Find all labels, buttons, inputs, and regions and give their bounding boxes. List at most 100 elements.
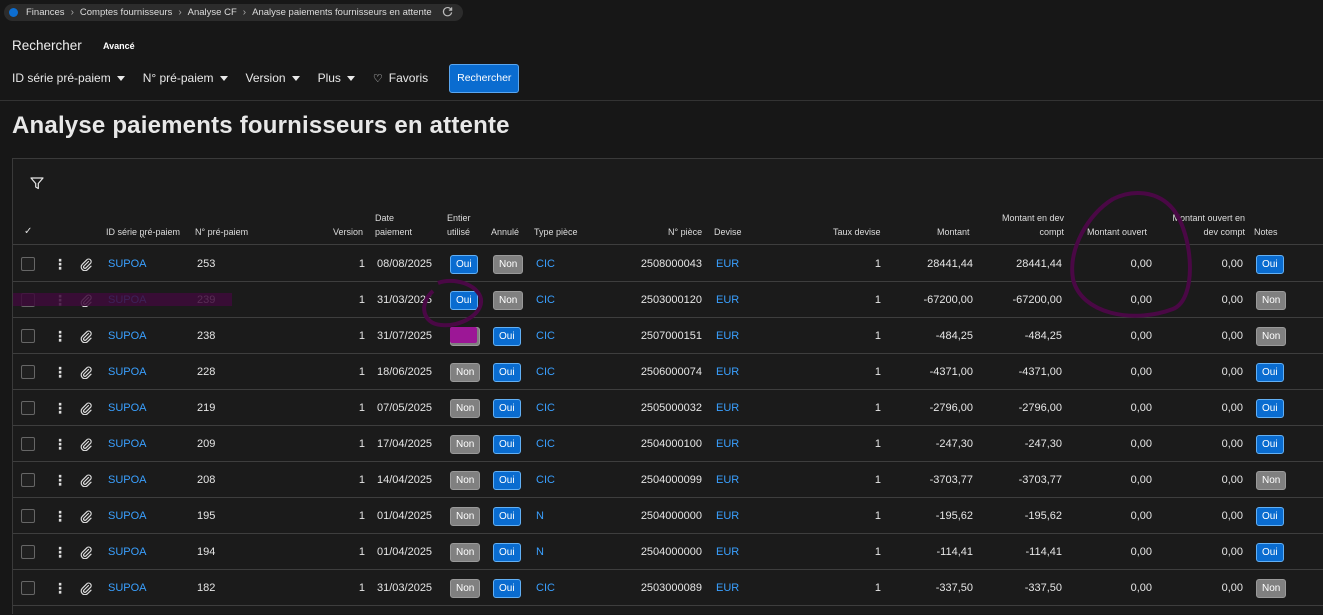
- cell-devise[interactable]: EUR: [716, 426, 739, 462]
- annule-badge[interactable]: Oui: [493, 362, 521, 382]
- cell-id-serie[interactable]: SUPOA: [108, 390, 147, 426]
- entier-utilise-badge[interactable]: Non: [450, 542, 481, 562]
- paperclip-icon[interactable]: [80, 462, 92, 498]
- more-vertical-icon[interactable]: ⋮: [53, 437, 67, 451]
- cell-type-piece[interactable]: CIC: [536, 354, 555, 390]
- annule-badge[interactable]: Oui: [493, 506, 521, 526]
- table-row[interactable]: ⋮ SUPOA 239 1 31/03/2025 Oui Non CIC 2503000120 E…: [13, 282, 1323, 318]
- row-checkbox[interactable]: [21, 257, 35, 271]
- annule-badge[interactable]: Oui: [493, 398, 521, 418]
- paperclip-icon[interactable]: [80, 282, 92, 318]
- header-no-piece[interactable]: N° pièce: [668, 225, 702, 239]
- row-checkbox[interactable]: [21, 473, 35, 487]
- table-row[interactable]: ⋮ SUPOA 182 1 31/03/2025 Non Oui CIC 2503000089 E…: [13, 570, 1323, 606]
- annule-badge[interactable]: Oui: [493, 578, 521, 598]
- filter-plus[interactable]: Plus: [318, 71, 355, 85]
- more-vertical-icon[interactable]: ⋮: [53, 509, 67, 523]
- filter-no-prepaiem[interactable]: N° pré-paiem: [143, 71, 228, 85]
- filter-icon[interactable]: [30, 177, 44, 193]
- filter-id-serie[interactable]: ID série pré-paiem: [12, 71, 125, 85]
- notes-badge[interactable]: Non: [1256, 290, 1287, 310]
- entier-utilise-badge[interactable]: Oui: [450, 254, 478, 274]
- entier-utilise-badge[interactable]: Non: [450, 470, 481, 490]
- cell-id-serie[interactable]: SUPOA: [108, 318, 147, 354]
- annule-badge[interactable]: Oui: [493, 542, 521, 562]
- cell-type-piece[interactable]: CIC: [536, 282, 555, 318]
- paperclip-icon[interactable]: [80, 390, 92, 426]
- cell-id-serie[interactable]: SUPOA: [108, 246, 147, 282]
- table-row[interactable]: ⋮ SUPOA 208 1 14/04/2025 Non Oui CIC 2504000099 E…: [13, 462, 1323, 498]
- cell-id-serie[interactable]: SUPOA: [108, 354, 147, 390]
- notes-badge[interactable]: Non: [1256, 326, 1287, 346]
- cell-type-piece[interactable]: CIC: [536, 570, 555, 606]
- advanced-search-link[interactable]: Avancé: [103, 41, 135, 51]
- cell-type-piece[interactable]: N: [536, 498, 544, 534]
- select-all-icon[interactable]: ✓: [24, 225, 32, 239]
- cell-id-serie[interactable]: SUPOA: [108, 462, 147, 498]
- annule-badge[interactable]: Oui: [493, 326, 521, 346]
- cell-id-serie[interactable]: SUPOA: [108, 498, 147, 534]
- table-row[interactable]: ⋮ SUPOA 228 1 18/06/2025 Non Oui CIC 2506000074 E…: [13, 354, 1323, 390]
- header-montant[interactable]: Montant: [937, 225, 970, 239]
- cell-devise[interactable]: EUR: [716, 498, 739, 534]
- paperclip-icon[interactable]: [80, 498, 92, 534]
- annule-badge[interactable]: Oui: [493, 434, 521, 454]
- breadcrumb-analyse-cf[interactable]: Analyse CF: [188, 7, 237, 18]
- notes-badge[interactable]: Oui: [1256, 434, 1284, 454]
- cell-id-serie[interactable]: SUPOA: [108, 282, 147, 318]
- more-vertical-icon[interactable]: ⋮: [53, 473, 67, 487]
- row-checkbox[interactable]: [21, 293, 35, 307]
- entier-utilise-badge[interactable]: Oui: [450, 290, 478, 310]
- header-version[interactable]: Version: [333, 225, 363, 239]
- paperclip-icon[interactable]: [80, 534, 92, 570]
- paperclip-icon[interactable]: [80, 318, 92, 354]
- cell-type-piece[interactable]: N: [536, 534, 544, 570]
- table-row[interactable]: ⋮ SUPOA 194 1 01/04/2025 Non Oui N 2504000000 EUR…: [13, 534, 1323, 570]
- row-checkbox[interactable]: [21, 329, 35, 343]
- table-row[interactable]: ⋮ SUPOA 253 1 08/08/2025 Oui Non CIC 2508000043 E…: [13, 246, 1323, 282]
- breadcrumb-comptes-fournisseurs[interactable]: Comptes fournisseurs: [80, 7, 172, 18]
- more-vertical-icon[interactable]: ⋮: [53, 257, 67, 271]
- paperclip-icon[interactable]: [80, 570, 92, 606]
- cell-id-serie[interactable]: SUPOA: [108, 426, 147, 462]
- notes-badge[interactable]: Oui: [1256, 254, 1284, 274]
- paperclip-icon[interactable]: [80, 426, 92, 462]
- paperclip-icon[interactable]: [80, 354, 92, 390]
- breadcrumb-finances[interactable]: Finances: [26, 7, 65, 18]
- notes-badge[interactable]: Oui: [1256, 362, 1284, 382]
- cell-id-serie[interactable]: SUPOA: [108, 534, 147, 570]
- cell-devise[interactable]: EUR: [716, 246, 739, 282]
- notes-badge[interactable]: Oui: [1256, 398, 1284, 418]
- entier-utilise-badge[interactable]: Non: [450, 326, 481, 346]
- cell-devise[interactable]: EUR: [716, 462, 739, 498]
- table-row[interactable]: ⋮ SUPOA 238 1 31/07/2025 Non Oui CIC 2507000151 E…: [13, 318, 1323, 354]
- header-entier-utilise[interactable]: Entier utilisé: [447, 211, 481, 239]
- header-notes[interactable]: Notes: [1254, 225, 1278, 239]
- header-montant-ouvert[interactable]: Montant ouvert: [1087, 225, 1147, 239]
- cell-devise[interactable]: EUR: [716, 390, 739, 426]
- entier-utilise-badge[interactable]: Non: [450, 506, 481, 526]
- annule-badge[interactable]: Oui: [493, 470, 521, 490]
- cell-type-piece[interactable]: CIC: [536, 318, 555, 354]
- search-button[interactable]: Rechercher: [449, 63, 520, 93]
- header-montant-dev-compt[interactable]: Montant en dev compt: [978, 211, 1064, 239]
- more-vertical-icon[interactable]: ⋮: [53, 581, 67, 595]
- cell-type-piece[interactable]: CIC: [536, 390, 555, 426]
- more-vertical-icon[interactable]: ⋮: [53, 545, 67, 559]
- header-montant-ouvert-dev-compt[interactable]: Montant ouvert en dev compt: [1161, 211, 1245, 239]
- row-checkbox[interactable]: [21, 545, 35, 559]
- more-vertical-icon[interactable]: ⋮: [53, 329, 67, 343]
- more-vertical-icon[interactable]: ⋮: [53, 293, 67, 307]
- entier-utilise-badge[interactable]: Non: [450, 434, 481, 454]
- cell-devise[interactable]: EUR: [716, 318, 739, 354]
- entier-utilise-badge[interactable]: Non: [450, 578, 481, 598]
- cell-devise[interactable]: EUR: [716, 354, 739, 390]
- row-checkbox[interactable]: [21, 437, 35, 451]
- annule-badge[interactable]: Non: [493, 290, 524, 310]
- more-vertical-icon[interactable]: ⋮: [53, 401, 67, 415]
- cell-devise[interactable]: EUR: [716, 282, 739, 318]
- row-checkbox[interactable]: [21, 581, 35, 595]
- header-type-piece[interactable]: Type pièce: [534, 225, 578, 239]
- cell-id-serie[interactable]: SUPOA: [108, 570, 147, 606]
- notes-badge[interactable]: Oui: [1256, 542, 1284, 562]
